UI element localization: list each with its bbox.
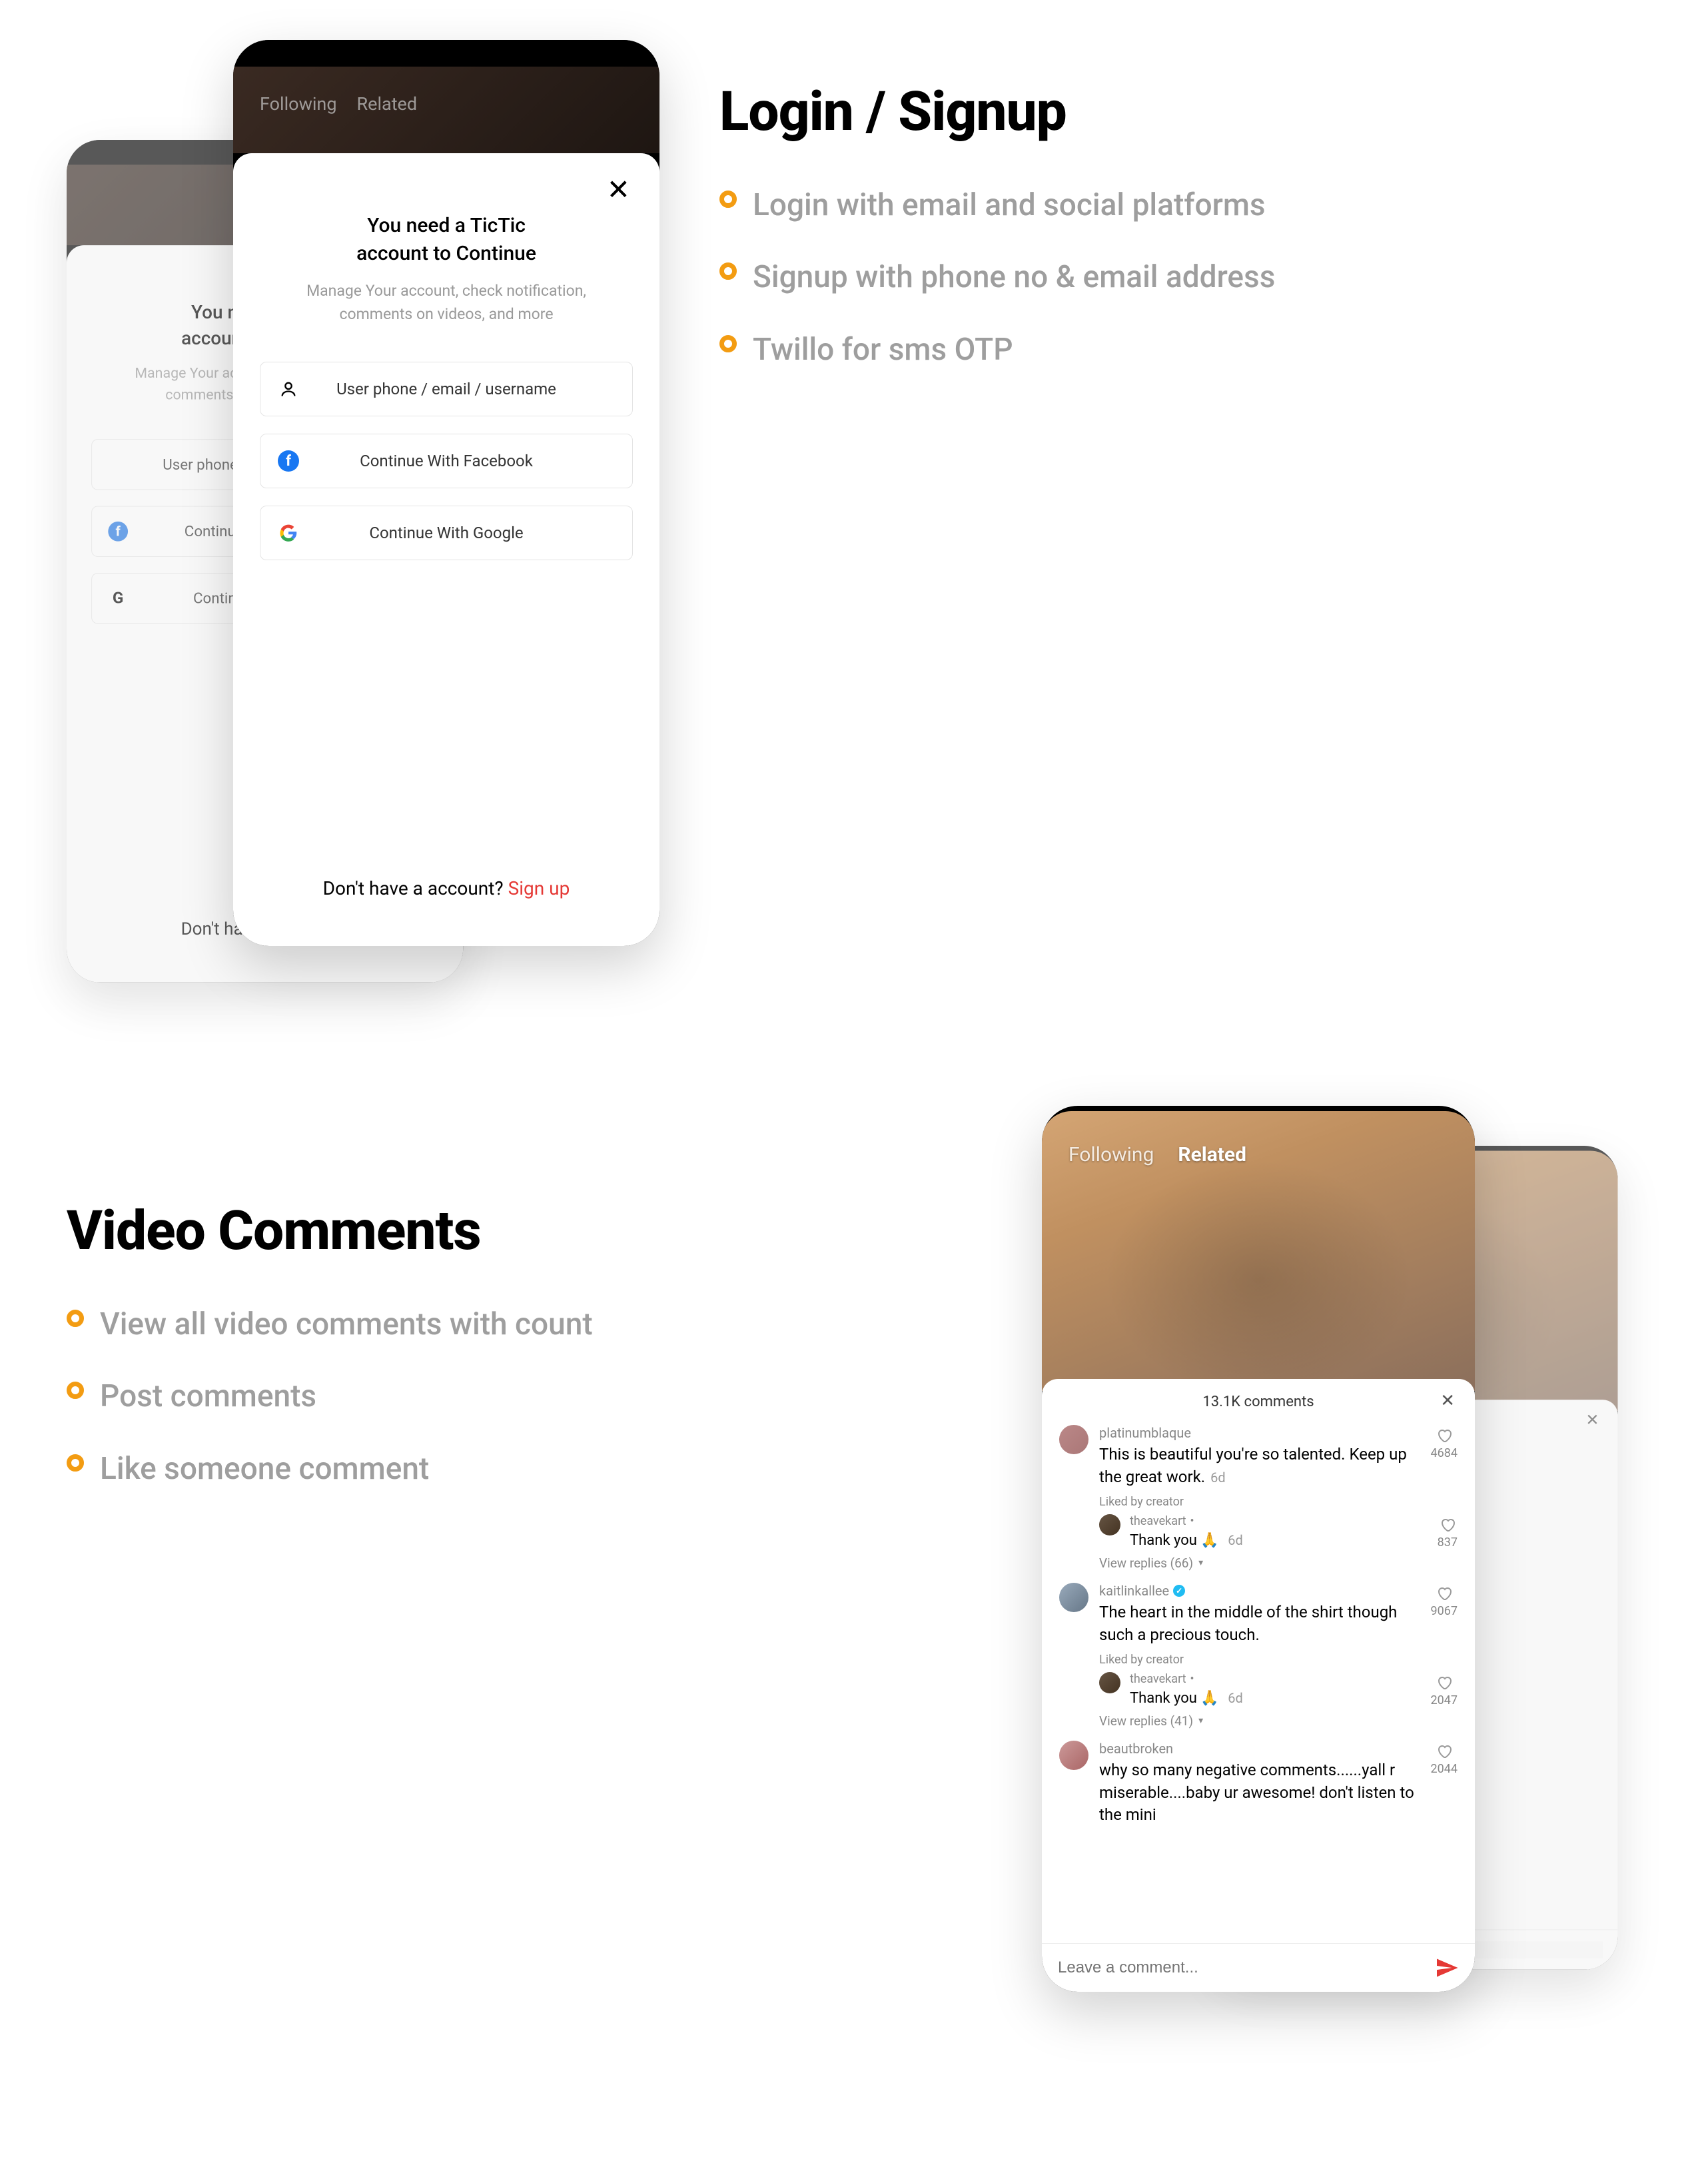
comment-input[interactable] bbox=[1058, 1958, 1424, 1977]
comment-text: why so many negative comments......yall … bbox=[1099, 1759, 1420, 1827]
tab-following[interactable]: Following bbox=[1068, 1143, 1154, 1166]
person-icon bbox=[278, 378, 299, 400]
comments-sheet: 13.1K comments ✕ platinumblaque This is … bbox=[1042, 1379, 1475, 1992]
heart-icon[interactable] bbox=[1436, 1675, 1452, 1691]
like-count: 2044 bbox=[1431, 1762, 1458, 1776]
tab-following[interactable]: Following bbox=[260, 93, 337, 115]
signup-prompt: Don't have a account? Sign up bbox=[233, 877, 659, 899]
video-preview: Following Related bbox=[1042, 1111, 1475, 1391]
bullet-icon bbox=[719, 335, 737, 352]
comments-count: 13.1K comments bbox=[1202, 1394, 1314, 1410]
comment-item: beautbroken why so many negative comment… bbox=[1059, 1741, 1458, 1827]
heart-icon[interactable] bbox=[1436, 1585, 1452, 1601]
bullet-icon bbox=[67, 1382, 84, 1399]
heart-icon[interactable] bbox=[1436, 1743, 1452, 1759]
login-phone-button[interactable]: User phone / email / username bbox=[260, 362, 633, 416]
login-facebook-button[interactable]: f Continue With Facebook bbox=[260, 434, 633, 488]
view-replies-button[interactable]: View replies (66)▾ bbox=[1099, 1555, 1458, 1571]
bullet-icon bbox=[719, 191, 737, 208]
reply-item: theavekart • Thank you 🙏 6d 2047 bbox=[1099, 1672, 1458, 1709]
login-google-label: Continue With Google bbox=[299, 524, 615, 542]
comment-username[interactable]: kaitlinkallee bbox=[1099, 1583, 1169, 1599]
heart-icon[interactable] bbox=[1436, 1428, 1452, 1444]
heart-icon[interactable] bbox=[1440, 1517, 1456, 1533]
comment-username[interactable]: beautbroken bbox=[1099, 1741, 1420, 1757]
reply-username[interactable]: theavekart bbox=[1130, 1514, 1186, 1528]
feature-text: Twillo for sms OTP bbox=[753, 328, 1013, 371]
comment-item: kaitlinkallee The heart in the middle of… bbox=[1059, 1583, 1458, 1646]
feature-text: Signup with phone no & email address bbox=[753, 256, 1275, 298]
login-google-button[interactable]: Continue With Google bbox=[260, 506, 633, 560]
comment-text: This is beautiful you're so talented. Ke… bbox=[1099, 1444, 1420, 1488]
comments-list[interactable]: platinumblaque This is beautiful you're … bbox=[1042, 1425, 1475, 1943]
like-count: 4684 bbox=[1431, 1446, 1458, 1460]
login-subtitle: Manage Your account, check notification,… bbox=[260, 280, 633, 326]
avatar[interactable] bbox=[1059, 1425, 1088, 1454]
view-replies-button[interactable]: View replies (41)▾ bbox=[1099, 1713, 1458, 1729]
comment-item: platinumblaque This is beautiful you're … bbox=[1059, 1425, 1458, 1488]
like-count: 9067 bbox=[1431, 1604, 1458, 1618]
section-title: Video Comments bbox=[67, 1199, 1002, 1263]
chevron-down-icon: ▾ bbox=[1198, 1557, 1203, 1568]
close-icon[interactable]: ✕ bbox=[607, 173, 630, 207]
login-phone-label: User phone / email / username bbox=[299, 380, 615, 398]
comment-text: The heart in the middle of the shirt tho… bbox=[1099, 1601, 1420, 1646]
comment-username[interactable]: platinumblaque bbox=[1099, 1425, 1420, 1441]
login-sheet: ✕ You need a TicTic account to Continue … bbox=[233, 153, 659, 946]
verified-icon bbox=[1173, 1585, 1185, 1597]
bullet-icon bbox=[719, 262, 737, 280]
liked-by-creator: Liked by creator bbox=[1099, 1495, 1458, 1509]
avatar[interactable] bbox=[1099, 1672, 1120, 1693]
comment-input-row bbox=[1042, 1943, 1475, 1992]
facebook-icon: f bbox=[278, 450, 299, 472]
bullet-icon bbox=[67, 1454, 84, 1472]
feature-text: Login with email and social platforms bbox=[753, 184, 1266, 226]
login-phone-mock: Following Related ✕ You need a TicTic ac… bbox=[233, 40, 659, 946]
reply-item: theavekart • Thank you 🙏 6d 837 bbox=[1099, 1514, 1458, 1551]
login-title-line2: account to Continue bbox=[356, 242, 536, 265]
feature-text: Post comments bbox=[100, 1375, 316, 1418]
comments-phone-mock: Following Related 13.1K comments ✕ bbox=[1042, 1106, 1475, 1992]
avatar[interactable] bbox=[1059, 1741, 1088, 1770]
login-facebook-label: Continue With Facebook bbox=[299, 452, 615, 470]
close-icon[interactable]: ✕ bbox=[1440, 1391, 1455, 1411]
liked-by-creator: Liked by creator bbox=[1099, 1653, 1458, 1667]
comments-header: 13.1K comments ✕ bbox=[1042, 1379, 1475, 1425]
avatar[interactable] bbox=[1059, 1583, 1088, 1612]
avatar[interactable] bbox=[1099, 1514, 1120, 1535]
tab-related[interactable]: Related bbox=[1178, 1143, 1246, 1166]
signup-link[interactable]: Sign up bbox=[508, 877, 570, 899]
feature-text: Like someone comment bbox=[100, 1448, 429, 1490]
section-title: Login / Signup bbox=[719, 80, 1641, 144]
bullet-icon bbox=[67, 1310, 84, 1327]
feature-text: View all video comments with count bbox=[100, 1303, 593, 1346]
send-icon[interactable] bbox=[1435, 1956, 1459, 1980]
google-icon bbox=[278, 522, 299, 544]
login-title-line1: You need a TicTic bbox=[367, 214, 526, 237]
reply-username[interactable]: theavekart bbox=[1130, 1672, 1186, 1686]
tab-related[interactable]: Related bbox=[357, 93, 418, 115]
chevron-down-icon: ▾ bbox=[1198, 1715, 1203, 1726]
